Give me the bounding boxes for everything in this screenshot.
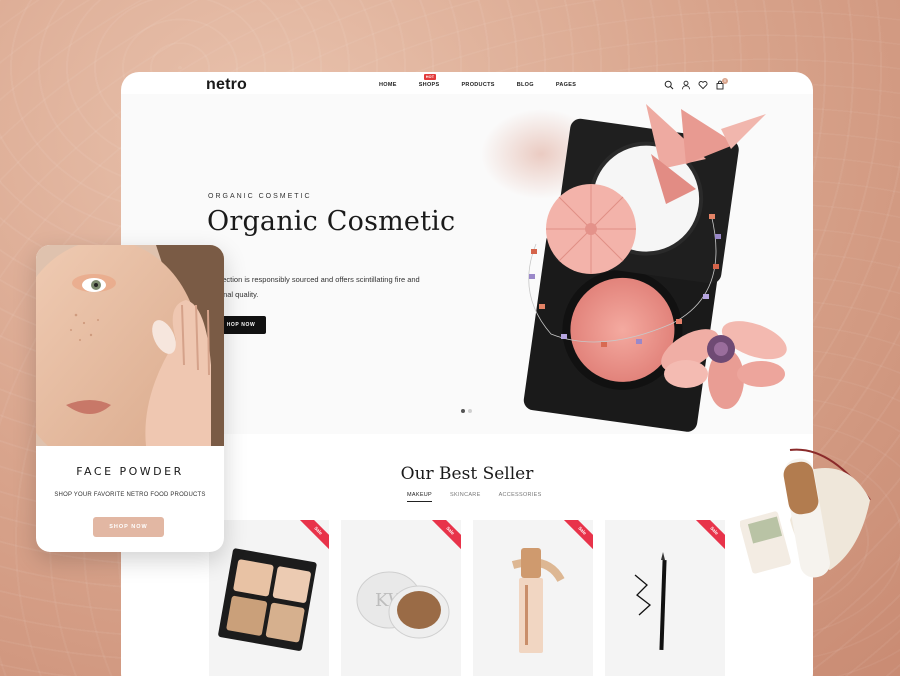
hero-description-line-1: collection is responsibly sourced and of… [211,275,420,284]
best-seller-title: Our Best Seller [400,464,534,484]
product-card[interactable]: Sale [605,520,725,676]
nav-products[interactable]: PRODUCTS [461,82,494,88]
nav-pages[interactable]: PAGES [556,82,576,88]
hero-banner: ORGANIC COSMETIC Organic Cosmetic collec… [121,94,813,434]
tab-accessories[interactable]: ACCESSORIES [499,492,542,502]
compact-powder-image: KW [356,571,450,639]
product-card[interactable]: Sale [473,520,593,676]
slider-dot-1[interactable] [461,409,465,413]
tab-skincare[interactable]: SKINCARE [450,492,481,502]
nav-icons [664,80,725,90]
hero-product-image [481,104,787,432]
brand-logo[interactable]: netro [206,76,247,94]
desktop-preview: netro HOME HOT SHOPS PRODUCTS BLOG PAGES… [121,72,813,676]
tab-makeup[interactable]: MAKEUP [407,492,433,502]
user-icon[interactable] [681,80,691,90]
main-menu: HOME HOT SHOPS PRODUCTS BLOG PAGES [379,74,598,88]
mobile-card-title: FACE POWDER [76,465,184,478]
product-card[interactable]: KW Sale [341,520,461,676]
nav-home[interactable]: HOME [379,82,397,88]
eyeliner-pencil-image [634,552,667,651]
heart-icon[interactable] [698,80,708,90]
product-grid: Sale KW Sale Sale Sale [209,520,725,676]
nav-shops[interactable]: HOT SHOPS [418,74,440,88]
mobile-preview-card: FACE POWDER SHOP YOUR FAVORITE NETRO FOO… [36,245,224,552]
best-seller-tabs: MAKEUP SKINCARE ACCESSORIES [407,492,542,502]
eyeshadow-palette-image [218,548,317,651]
hero-description: collection is responsibly sourced and of… [211,272,441,302]
foundation-stick-image [511,548,565,653]
search-icon[interactable] [664,80,674,90]
nav-shops-label: SHOPS [418,82,440,88]
hero-description-line-2: ptional quality. [211,290,259,299]
hero-kicker: ORGANIC COSMETIC [208,193,312,200]
cart-count-badge: 0 [722,78,728,84]
hero-slider-dots [461,409,472,413]
skincare-products-image [740,448,871,578]
model-photo [36,245,224,446]
nav-blog[interactable]: BLOG [517,82,534,88]
mobile-card-subtitle: SHOP YOUR FAVORITE NETRO FOOD PRODUCTS [54,492,206,498]
hero-title: Organic Cosmetic [207,206,456,237]
hot-badge: HOT [423,74,437,80]
mobile-shop-now-button[interactable]: SHOP NOW [93,517,164,537]
slider-dot-2[interactable] [468,409,472,413]
product-card[interactable]: Sale [209,520,329,676]
